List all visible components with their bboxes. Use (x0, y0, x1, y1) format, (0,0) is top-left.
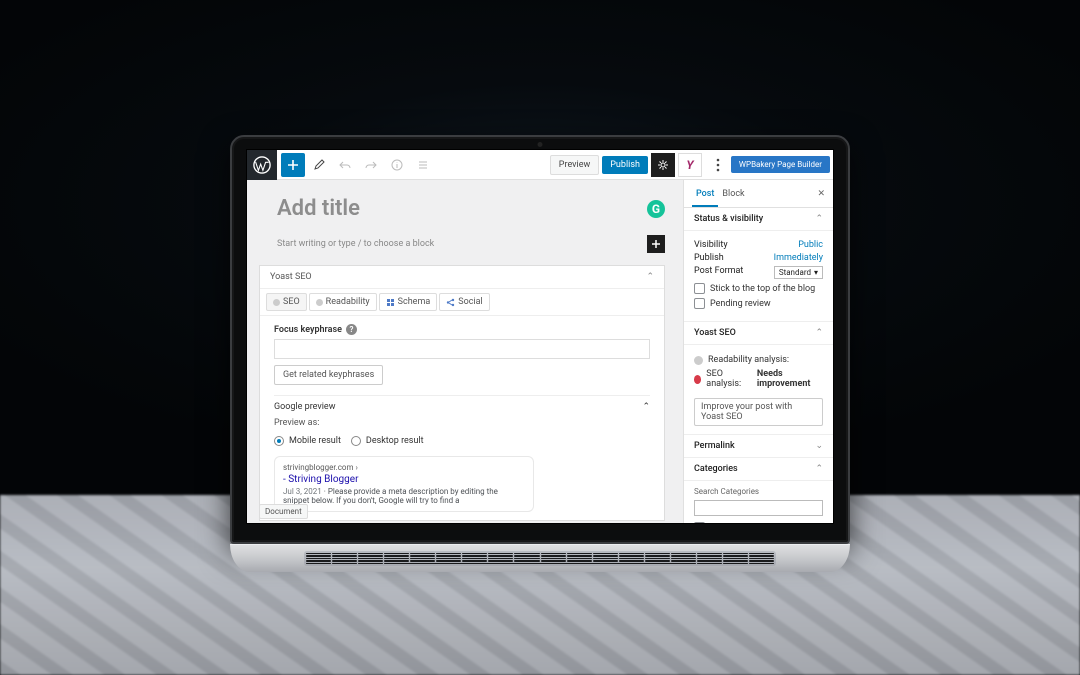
post-format-select[interactable]: Standard▾ (774, 266, 823, 279)
yoast-tab-social[interactable]: Social (439, 293, 489, 311)
pending-review-checkbox[interactable]: Pending review (694, 298, 823, 309)
sidebar-tab-post[interactable]: Post (692, 180, 718, 207)
keyboard (304, 551, 775, 566)
yoast-toolbar-button[interactable]: Y (678, 153, 702, 177)
search-categories-label: Search Categories (694, 487, 823, 496)
undo-icon[interactable] (333, 153, 357, 177)
yoast-tab-readability[interactable]: Readability (309, 293, 377, 311)
yoast-tab-seo[interactable]: SEO (266, 293, 307, 311)
laptop: Preview Publish Y WPBakery Page Builder … (230, 135, 850, 572)
yoast-tabs: SEO Readability Schema Social (260, 289, 664, 316)
publish-label: Publish (694, 253, 724, 263)
publish-button[interactable]: Publish (602, 156, 648, 174)
desktop-result-radio[interactable]: Desktop result (351, 436, 424, 446)
visibility-value[interactable]: Public (798, 240, 823, 250)
publish-value[interactable]: Immediately (774, 253, 823, 263)
outline-icon[interactable] (411, 153, 435, 177)
preview-as-label: Preview as: (274, 418, 650, 428)
mobile-result-radio[interactable]: Mobile result (274, 436, 341, 446)
sidebar-tab-block[interactable]: Block (718, 180, 748, 207)
category-blogging[interactable]: Blogging (694, 522, 823, 523)
laptop-bezel: Preview Publish Y WPBakery Page Builder … (230, 135, 850, 544)
snippet-title: - Striving Blogger (283, 474, 525, 485)
seo-analysis-row[interactable]: SEO analysis: Needs improvement (694, 369, 823, 389)
preview-button[interactable]: Preview (550, 155, 599, 175)
readability-analysis-row[interactable]: Readability analysis: (694, 355, 823, 365)
stick-to-top-checkbox[interactable]: Stick to the top of the blog (694, 283, 823, 294)
wordpress-logo[interactable] (247, 150, 277, 180)
paragraph-placeholder[interactable]: Start writing or type / to choose a bloc… (277, 239, 434, 249)
related-keyphrases-button[interactable]: Get related keyphrases (274, 365, 383, 385)
categories-header[interactable]: Categories⌃ (684, 458, 833, 481)
settings-gear-button[interactable] (651, 153, 675, 177)
yoast-tab-schema[interactable]: Schema (379, 293, 438, 311)
settings-sidebar: Post Block ✕ Status & visibility⌃ Visibi… (683, 180, 833, 523)
wpbakery-button[interactable]: WPBakery Page Builder (731, 156, 830, 173)
more-options-icon[interactable] (706, 153, 730, 177)
search-categories-input[interactable] (694, 500, 823, 516)
permalink-header[interactable]: Permalink⌄ (684, 435, 833, 458)
inline-add-block-button[interactable] (647, 235, 665, 253)
yoast-metabox-header[interactable]: Yoast SEO ⌃ (260, 266, 664, 289)
laptop-base (230, 544, 850, 572)
add-block-button[interactable] (281, 153, 305, 177)
yoast-metabox: Yoast SEO ⌃ SEO Readability Schema (259, 265, 665, 521)
close-sidebar-icon[interactable]: ✕ (817, 189, 825, 199)
focus-keyphrase-input[interactable] (274, 339, 650, 359)
sidebar-yoast-header[interactable]: Yoast SEO⌃ (684, 322, 833, 345)
post-title-input[interactable]: Add title (277, 196, 647, 221)
focus-keyphrase-label: Focus keyphrase ? (274, 324, 650, 335)
info-icon[interactable] (385, 153, 409, 177)
chevron-up-icon: ⌃ (642, 402, 650, 412)
snippet-domain: strivingblogger.com › (283, 463, 525, 472)
document-panel-button[interactable]: Document (259, 504, 308, 519)
google-snippet-preview: strivingblogger.com › - Striving Blogger… (274, 456, 534, 512)
google-preview-header[interactable]: Google preview ⌃ (274, 395, 650, 418)
help-icon[interactable]: ? (346, 324, 357, 335)
status-visibility-header[interactable]: Status & visibility⌃ (684, 208, 833, 231)
chevron-up-icon: ⌃ (646, 272, 654, 282)
grammarly-icon[interactable]: G (647, 200, 665, 218)
webcam-dot (538, 142, 543, 147)
redo-icon[interactable] (359, 153, 383, 177)
improve-post-button[interactable]: Improve your post with Yoast SEO (694, 398, 823, 426)
post-format-label: Post Format (694, 266, 743, 279)
wordpress-editor-screen: Preview Publish Y WPBakery Page Builder … (246, 149, 834, 524)
visibility-label: Visibility (694, 240, 728, 250)
editor-canvas: Add title G Start writing or type / to c… (247, 180, 683, 523)
editor-topbar: Preview Publish Y WPBakery Page Builder (247, 150, 833, 180)
edit-mode-icon[interactable] (307, 153, 331, 177)
snippet-date: Jul 3, 2021 (283, 487, 322, 496)
